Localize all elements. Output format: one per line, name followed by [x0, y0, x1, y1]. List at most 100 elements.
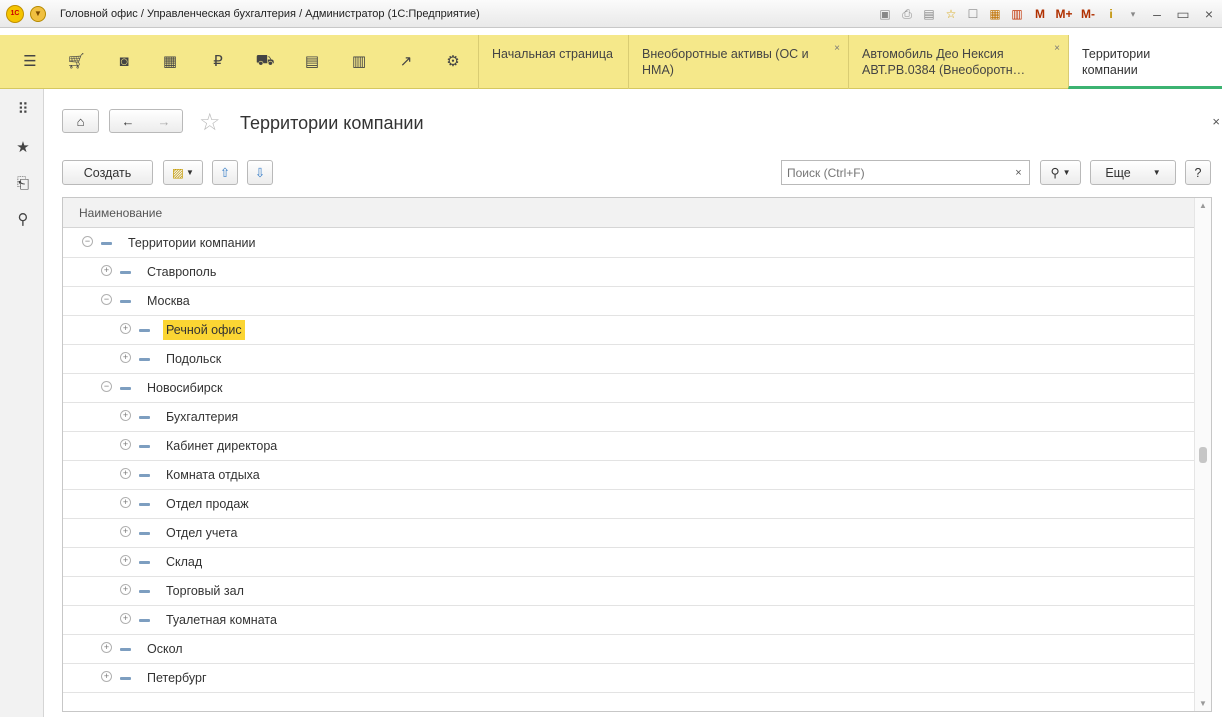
tab-company-territories[interactable]: Территории компании [1068, 35, 1222, 89]
expand-icon[interactable]: + [120, 352, 131, 363]
close-window-icon[interactable]: × [1198, 5, 1220, 23]
expand-icon[interactable]: + [120, 323, 131, 334]
analytics-trend-icon[interactable]: ↗ [394, 49, 418, 73]
tree-row[interactable]: + Торговый зал [63, 577, 1195, 606]
expand-icon[interactable]: + [120, 526, 131, 537]
tree-row[interactable]: + Подольск [63, 345, 1195, 374]
vertical-scrollbar[interactable]: ▲ ▼ [1194, 198, 1211, 711]
settings-gear-icon[interactable]: ⚙ [441, 49, 465, 73]
sections-panel: ☰ 🛒︎ ◙ ▦ ₽ ⛟ ▤ ▥ ↗ ⚙ Начальная страница … [0, 35, 1222, 89]
collapse-icon[interactable]: − [82, 236, 93, 247]
tree-row[interactable]: + Кабинет директора [63, 432, 1195, 461]
move-down-button[interactable]: ⇩ [247, 160, 273, 185]
add-favorite-icon[interactable]: ☆ [942, 5, 960, 23]
add-to-favorites-star-icon[interactable]: ☆ [199, 108, 221, 137]
home-button[interactable]: ⌂ [62, 109, 99, 133]
close-tab-icon[interactable]: × [1054, 41, 1060, 57]
scrollbar-thumb[interactable] [1199, 447, 1207, 463]
tree-row-label: Оскол [147, 642, 183, 656]
tree-row[interactable]: + Отдел учета [63, 519, 1195, 548]
main-menu-icon[interactable]: ▼ [30, 5, 46, 22]
column-header-name[interactable]: Наименование [63, 198, 1195, 228]
expand-icon[interactable]: + [120, 468, 131, 479]
more-button[interactable]: Еще ▼ [1090, 160, 1176, 185]
help-button[interactable]: ? [1185, 160, 1211, 185]
group-marker-icon [139, 416, 150, 419]
expand-icon[interactable]: + [120, 410, 131, 421]
main-menu-burger-icon[interactable]: ☰ [18, 49, 42, 73]
collapse-icon[interactable]: − [101, 381, 112, 392]
move-up-button[interactable]: ⇧ [212, 160, 238, 185]
save-icon[interactable]: ▣ [876, 5, 894, 23]
maximize-icon[interactable]: ▭ [1172, 5, 1194, 23]
tree-row[interactable]: + Комната отдыха [63, 461, 1195, 490]
tree-row[interactable]: + Бухгалтерия [63, 403, 1195, 432]
purchases-bag-icon[interactable]: ◙ [112, 49, 136, 73]
expand-icon[interactable]: + [120, 497, 131, 508]
tab-fixed-assets[interactable]: Внеоборотные активы (ОС и НМА) × [628, 35, 848, 89]
close-tab-icon[interactable]: × [834, 41, 840, 57]
memory-plus-button[interactable]: M+ [1054, 5, 1074, 23]
search-options-button[interactable]: ⚲ ▼ [1040, 160, 1081, 185]
group-marker-icon [139, 474, 150, 477]
tree-row[interactable]: + Речной офис [63, 316, 1195, 345]
tree-row[interactable]: + Туалетная комната [63, 606, 1195, 635]
bank-ruble-icon[interactable]: ₽ [206, 49, 230, 73]
tree-row[interactable]: + Ставрополь [63, 258, 1195, 287]
tab-car-asset[interactable]: Автомобиль Део Нексия АВТ.РВ.0384 (Внеоб… [848, 35, 1068, 89]
tab-home[interactable]: Начальная страница [478, 35, 628, 89]
preview-icon[interactable]: ▤ [920, 5, 938, 23]
sales-cart-icon[interactable]: 🛒︎ [64, 49, 88, 73]
group-marker-icon [120, 387, 131, 390]
expand-icon[interactable]: + [120, 439, 131, 450]
favorites-star-icon[interactable]: ★ [12, 136, 34, 158]
expand-icon[interactable]: + [101, 671, 112, 682]
memory-button[interactable]: M [1030, 5, 1050, 23]
calculator-icon[interactable]: ▦ [986, 5, 1004, 23]
calendar-icon[interactable]: ▥ [1008, 5, 1026, 23]
back-arrow-icon[interactable]: ← [122, 114, 135, 129]
tree-row[interactable]: + Оскол [63, 635, 1195, 664]
search-clear-button[interactable]: × [1008, 160, 1030, 185]
arrow-up-icon: ⇧ [219, 166, 231, 180]
create-button[interactable]: Создать [62, 160, 153, 185]
create-folder-button[interactable]: ▨ ▼ [163, 160, 203, 185]
print-icon[interactable]: ⎙ [898, 5, 916, 23]
group-marker-icon [120, 648, 131, 651]
tree-row[interactable]: + Отдел продаж [63, 490, 1195, 519]
page-title: Территории компании [240, 113, 424, 133]
close-form-icon[interactable]: × [1212, 114, 1220, 129]
window-title: Головной офис / Управленческая бухгалтер… [60, 7, 480, 20]
search-input[interactable] [781, 160, 1009, 185]
expand-icon[interactable]: + [101, 265, 112, 276]
tree-row[interactable]: + Склад [63, 548, 1195, 577]
info-icon[interactable]: i [1102, 5, 1120, 23]
forward-arrow-icon[interactable]: → [158, 114, 171, 129]
memory-minus-button[interactable]: M- [1078, 5, 1098, 23]
favorites-icon[interactable]: ☐ [964, 5, 982, 23]
expand-icon[interactable]: + [120, 584, 131, 595]
tree-row[interactable]: − Новосибирск [63, 374, 1195, 403]
minimize-icon[interactable]: – [1146, 5, 1168, 23]
reports-chart-icon[interactable]: ▥ [347, 49, 371, 73]
tree-row[interactable]: − Территории компании [63, 229, 1195, 258]
group-marker-icon [101, 242, 112, 245]
history-icon[interactable]: ⎗ [12, 172, 34, 194]
scroll-down-icon[interactable]: ▼ [1199, 699, 1207, 708]
collapse-icon[interactable]: − [101, 294, 112, 305]
group-marker-icon [139, 329, 150, 332]
expand-icon[interactable]: + [120, 613, 131, 624]
tree-row-label: Комната отдыха [166, 468, 260, 482]
documents-icon[interactable]: ▤ [300, 49, 324, 73]
search-icon[interactable]: ⚲ [12, 208, 34, 230]
scroll-up-icon[interactable]: ▲ [1199, 201, 1207, 210]
tree-row[interactable]: + Петербург [63, 664, 1195, 693]
tree-row[interactable]: − Москва [63, 287, 1195, 316]
functions-menu-icon[interactable]: ⠿ [12, 98, 34, 120]
warehouse-grid-icon[interactable]: ▦ [158, 49, 182, 73]
title-toolbar: ▣ ⎙ ▤ ☆ ☐ ▦ ▥ M M+ M- i ▾ – ▭ × [874, 0, 1222, 28]
chevron-down-icon[interactable]: ▾ [1124, 5, 1142, 23]
expand-icon[interactable]: + [120, 555, 131, 566]
delivery-truck-icon[interactable]: ⛟ [253, 49, 277, 73]
expand-icon[interactable]: + [101, 642, 112, 653]
